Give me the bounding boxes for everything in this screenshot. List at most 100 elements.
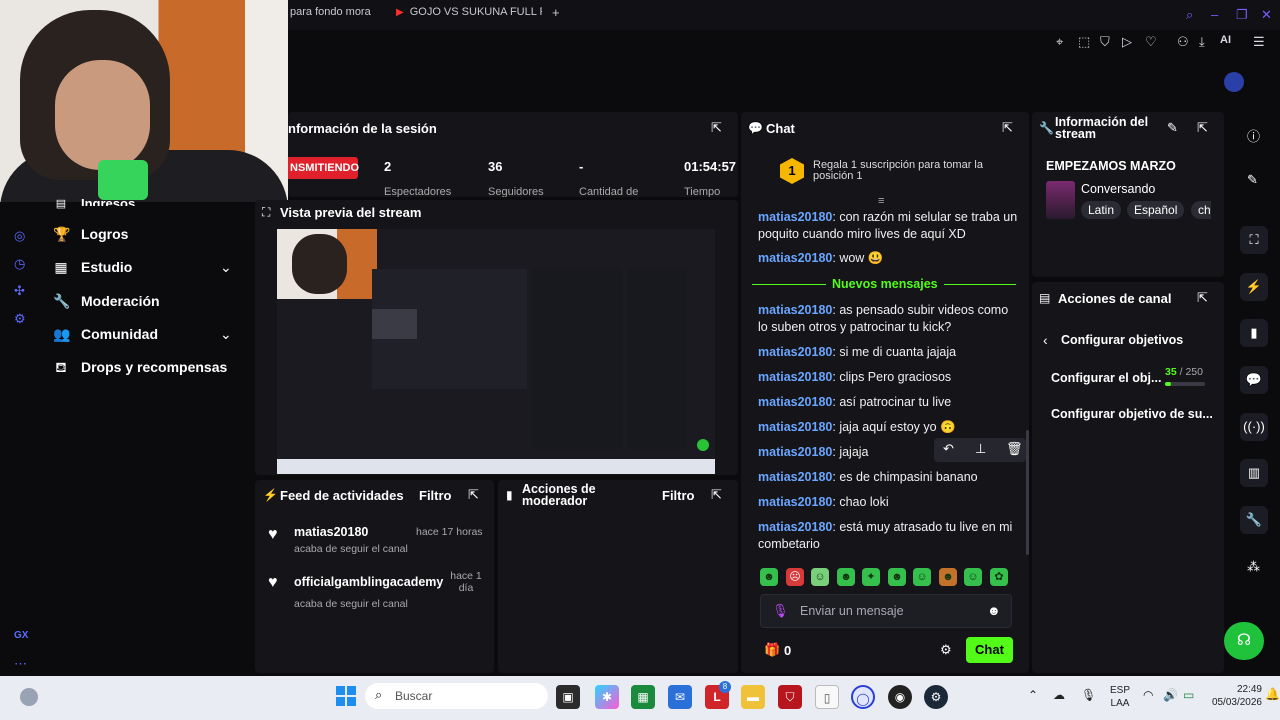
sidebar-item-moderacion[interactable]: Moderación [81, 293, 160, 309]
sidebar-item-estudio[interactable]: Estudio [81, 259, 132, 275]
opera-gx-icon[interactable]: ◉ [888, 685, 912, 709]
pencil-icon[interactable]: ✎ [1167, 120, 1178, 136]
chat-username[interactable]: matias20180 [758, 345, 832, 359]
chevron-down-icon[interactable]: ⌄ [220, 259, 232, 276]
heart-icon[interactable]: ♡ [1145, 34, 1157, 50]
download-icon[interactable]: ⤓ [1199, 34, 1205, 50]
shield-icon[interactable]: ⛉ [1100, 34, 1110, 50]
reply-icon[interactable]: ↶ [943, 441, 954, 457]
pin-icon[interactable]: ⊥ [975, 441, 986, 457]
chat-username[interactable]: matias20180 [758, 420, 832, 434]
chat-message[interactable]: matias20180: clips Pero graciosos [758, 369, 1020, 386]
emote-icon[interactable]: ☺ [811, 568, 829, 586]
emote-icon[interactable]: ✿ [990, 568, 1008, 586]
clock[interactable]: 22:49 05/03/2026 [1206, 683, 1262, 709]
delete-icon[interactable]: 🗑 [1006, 441, 1023, 457]
pin-icon[interactable]: ⌖ [1056, 34, 1063, 50]
menu-icon[interactable]: ☰ [1253, 34, 1265, 50]
activity-user[interactable]: matias20180 [294, 525, 368, 539]
sub-goal-label[interactable]: Configurar objetivo de su... [1051, 407, 1213, 421]
emote-icon[interactable]: ☻ [837, 568, 855, 586]
notifications-icon[interactable]: 🔔 [1265, 687, 1280, 701]
folder-icon[interactable]: ▬ [741, 685, 765, 709]
maximize-icon[interactable]: ❐ [1236, 7, 1248, 23]
sidebar-item-comunidad[interactable]: Comunidad [81, 326, 158, 342]
emote-icon[interactable]: ☻ [888, 568, 906, 586]
chevron-down-icon[interactable]: ⌄ [220, 326, 232, 343]
chat-scrollbar[interactable] [1026, 430, 1029, 555]
chat-username[interactable]: matias20180 [758, 251, 832, 265]
collapse-icon[interactable]: ≡ [878, 195, 884, 207]
popout-icon[interactable]: ⇱ [1197, 120, 1208, 136]
chevron-up-icon[interactable]: ⌃ [1028, 688, 1038, 702]
document-icon[interactable]: ▯ [815, 685, 839, 709]
category-name[interactable]: Conversando [1081, 182, 1155, 196]
ai-extension-icon[interactable]: AI [1220, 34, 1231, 46]
pencil-icon[interactable]: ✎ [1247, 172, 1258, 188]
broadcast-icon[interactable]: ((·)) [1240, 413, 1268, 441]
emote-icon[interactable]: ✦ [862, 568, 880, 586]
sub-goal-text[interactable]: Regala 1 suscripción para tomar la posic… [813, 160, 1003, 182]
chat-username[interactable]: matias20180 [758, 303, 832, 317]
browser-tab-active[interactable]: ▶ GOJO VS SUKUNA FULL F [396, 6, 542, 24]
info-icon[interactable]: ⓘ [1247, 126, 1260, 145]
share-icon[interactable]: ⁂ [1247, 559, 1260, 575]
activity-filter-button[interactable]: Filtro [419, 488, 452, 503]
gift-icon[interactable]: 🎁 [764, 642, 780, 658]
popout-icon[interactable]: ⇱ [468, 487, 479, 503]
popout-icon[interactable]: ⇱ [1002, 120, 1013, 136]
follower-goal-label[interactable]: Configurar el obj... [1051, 371, 1161, 385]
extensions-icon[interactable]: ✣ [14, 283, 25, 299]
emoji-icon[interactable]: ☻ [987, 603, 1001, 618]
stream-preview-video[interactable] [277, 229, 715, 474]
document-icon[interactable]: ▮ [1240, 319, 1268, 347]
popout-icon[interactable]: ⇱ [1197, 290, 1208, 306]
wifi-icon[interactable]: ◠ [1143, 688, 1153, 702]
chat-username[interactable]: matias20180 [758, 445, 832, 459]
screenshot-icon[interactable]: ⬚ [1078, 34, 1090, 50]
cloud-icon[interactable]: ☁ [1053, 688, 1065, 702]
bolt-icon[interactable]: ⚡ [1240, 273, 1268, 301]
mail-icon[interactable]: ✉ [668, 685, 692, 709]
chevron-left-icon[interactable]: ‹ [1043, 332, 1048, 348]
store-icon[interactable]: ▦ [631, 685, 655, 709]
language-indicator[interactable]: ESP LAA [1110, 684, 1130, 710]
widgets-icon[interactable] [20, 688, 38, 706]
close-icon[interactable]: ✕ [1261, 7, 1272, 23]
chat-message[interactable]: matias20180: jaja aquí estoy yo 🙃 [758, 419, 1020, 436]
antivirus-icon[interactable]: ⛉ [778, 685, 802, 709]
chat-message[interactable]: matias20180: chao loki [758, 494, 1020, 511]
taskview-icon[interactable]: ▣ [556, 685, 580, 709]
chat-message[interactable]: matias20180: wow 😃 [758, 250, 1020, 267]
chat-input-placeholder[interactable]: Enviar un mensaje [800, 604, 904, 618]
chat-message[interactable]: matias20180: jajaja [758, 444, 928, 461]
avatar[interactable] [1224, 72, 1244, 92]
activity-user[interactable]: officialgamblingacademy [294, 575, 443, 589]
chat-bubble-icon[interactable]: 💬 [1240, 366, 1268, 394]
popout-icon[interactable]: ⇱ [711, 120, 722, 136]
browser-tab[interactable]: para fondo mora [290, 6, 380, 24]
mod-filter-button[interactable]: Filtro [662, 488, 695, 503]
sidebar-item-logros[interactable]: Logros [81, 226, 128, 242]
emote-icon[interactable]: ☺ [964, 568, 982, 586]
microphone-icon[interactable]: 🎙 [1081, 688, 1096, 702]
history-icon[interactable]: ◷ [14, 256, 25, 272]
settings-icon[interactable]: ⚙ [14, 311, 26, 327]
browser-icon[interactable]: ◯ [851, 685, 875, 709]
layout-icon[interactable]: ▥ [1240, 459, 1268, 487]
battery-icon[interactable]: ▭ [1183, 688, 1194, 702]
chat-message[interactable]: matias20180: es de chimpasini banano [758, 469, 1020, 486]
gear-icon[interactable]: ⚙ [940, 642, 952, 658]
popout-icon[interactable]: ⇱ [711, 487, 722, 503]
chat-message[interactable]: matias20180: está muy atrasado tu live e… [758, 519, 1020, 553]
camera-rail-icon[interactable]: ⛶ [1240, 226, 1268, 254]
emote-icon[interactable]: ☻ [760, 568, 778, 586]
chat-message[interactable]: matias20180: con razón mi selular se tra… [758, 209, 1020, 243]
emote-icon[interactable]: ☹ [786, 568, 804, 586]
chat-message[interactable]: matias20180: as pensado subir videos com… [758, 302, 1020, 336]
chat-username[interactable]: matias20180 [758, 210, 832, 224]
chat-username[interactable]: matias20180 [758, 520, 832, 534]
steam-icon[interactable]: ⚙ [924, 685, 948, 709]
copilot-icon[interactable]: ✱ [595, 685, 619, 709]
search-icon[interactable]: ⌕ [1186, 7, 1193, 23]
